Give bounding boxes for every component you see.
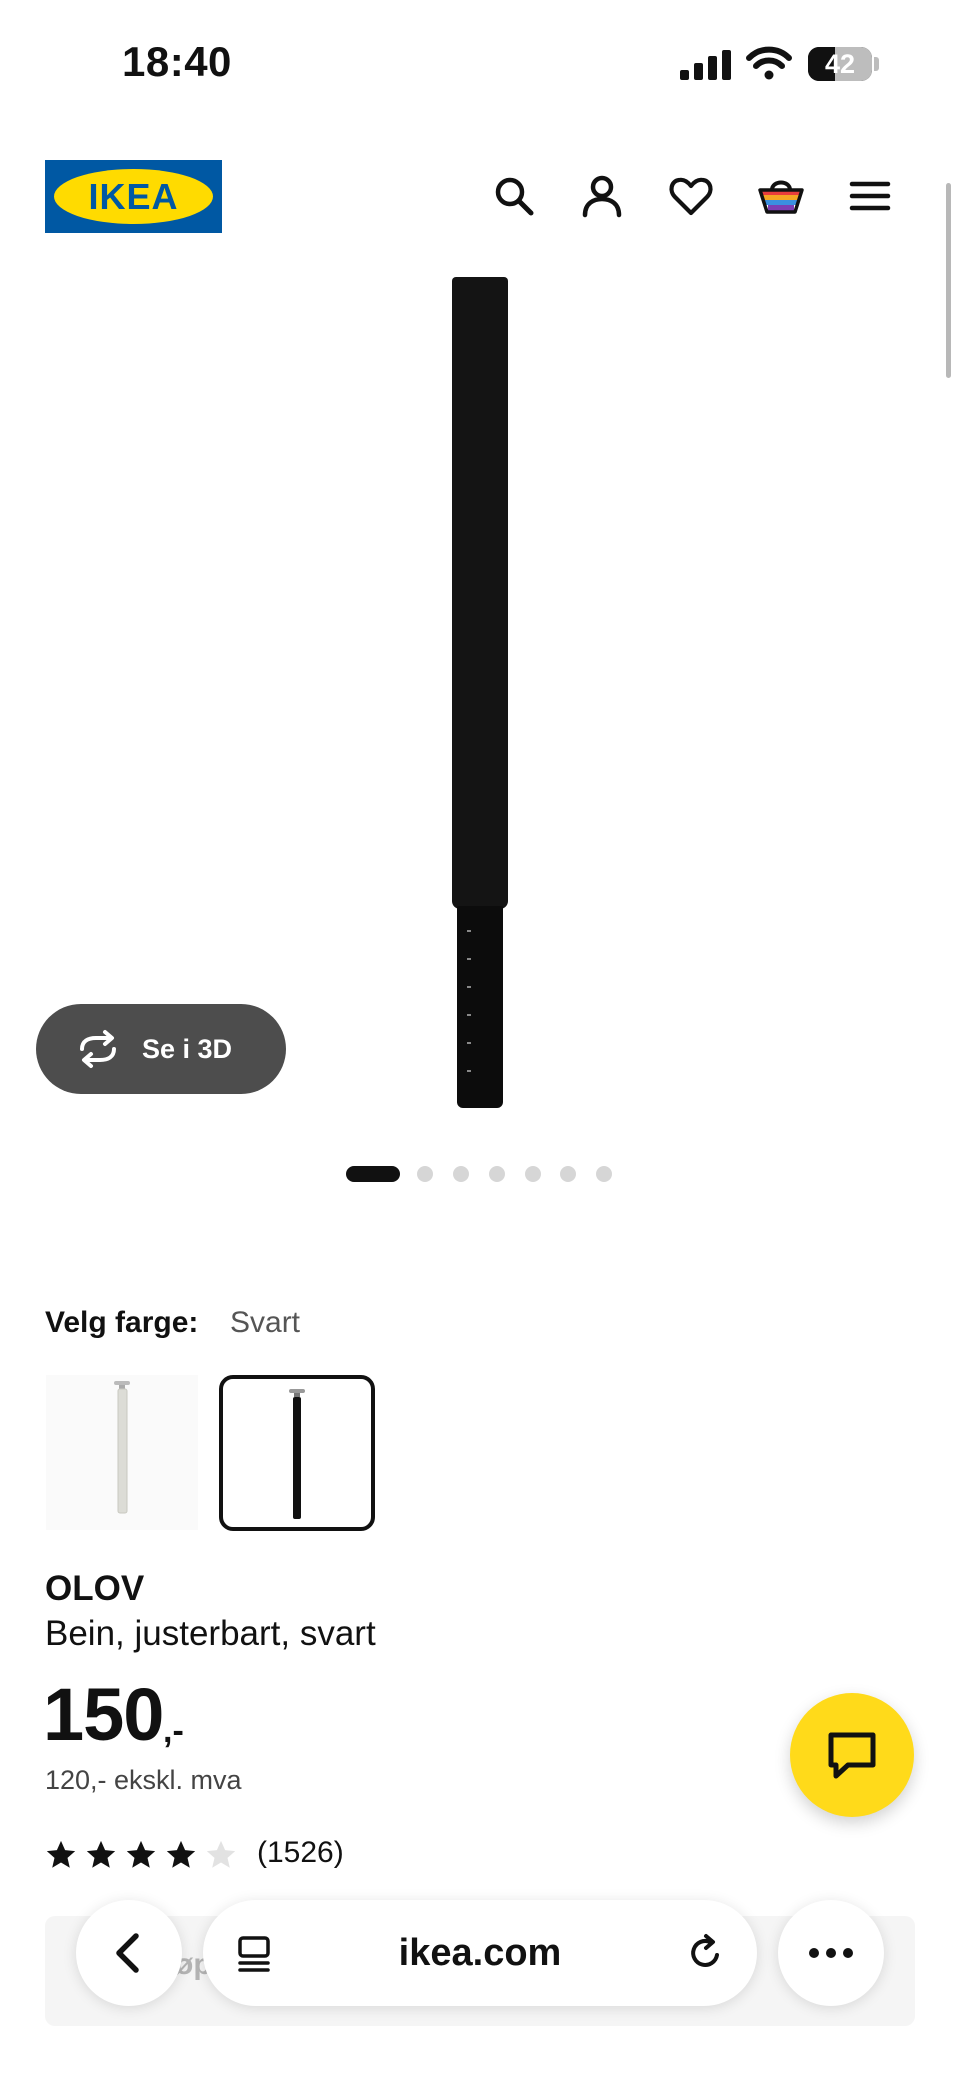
review-count[interactable]: (1526): [257, 1836, 344, 1870]
chat-button[interactable]: [790, 1693, 914, 1817]
status-time: 18:40: [122, 38, 232, 85]
gallery-dot[interactable]: [596, 1166, 612, 1182]
star-empty-icon: [206, 1840, 236, 1868]
chevron-left-icon: [116, 1933, 139, 1973]
color-select-label: Velg farge:: [45, 1306, 199, 1339]
gallery-dot[interactable]: [489, 1166, 505, 1182]
color-select-value: Svart: [230, 1306, 301, 1339]
search-icon[interactable]: [490, 172, 538, 220]
gallery-dot-active[interactable]: [346, 1166, 400, 1182]
view-3d-button[interactable]: Se i 3D: [36, 1004, 286, 1094]
basket-icon[interactable]: [757, 172, 805, 220]
product-description: Bein, justerbart, svart: [45, 1614, 376, 1653]
star-filled-icon: [86, 1840, 116, 1868]
leg-mark: [467, 1042, 471, 1044]
gallery-dot[interactable]: [560, 1166, 576, 1182]
browser-more-button[interactable]: [778, 1900, 884, 2006]
account-icon[interactable]: [578, 172, 626, 220]
gallery-dot[interactable]: [453, 1166, 469, 1182]
leg-mark: [467, 1070, 471, 1072]
wifi-icon: [746, 46, 792, 80]
leg-mark: [467, 986, 471, 988]
chat-icon: [828, 1732, 876, 1779]
product-name: OLOV: [45, 1569, 145, 1608]
view-3d-label: Se i 3D: [142, 1034, 233, 1064]
browser-url-bar[interactable]: ikea.com: [203, 1900, 757, 2006]
rating-stars[interactable]: [43, 1838, 243, 1872]
gallery-dot[interactable]: [417, 1166, 433, 1182]
battery-icon: 42: [808, 47, 872, 81]
star-filled-icon: [166, 1840, 196, 1868]
browser-back-button[interactable]: [76, 1900, 182, 2006]
rotate-3d-icon: [80, 1030, 116, 1068]
gallery-dot[interactable]: [525, 1166, 541, 1182]
ikea-logo[interactable]: IKEA: [45, 160, 222, 233]
menu-icon[interactable]: [846, 172, 894, 220]
color-swatch-black-selected[interactable]: [219, 1375, 375, 1531]
star-filled-icon: [126, 1840, 156, 1868]
url-text[interactable]: ikea.com: [203, 1900, 757, 2006]
star-filled-icon: [46, 1840, 76, 1868]
leg-lower-tube: [457, 906, 503, 1108]
leg-upper-tube: [452, 277, 508, 909]
battery-tip: [874, 57, 879, 71]
reload-icon[interactable]: [686, 1933, 726, 1973]
color-swatch-white[interactable]: [46, 1375, 198, 1530]
product-price: 150: [43, 1673, 164, 1756]
leg-mark: [467, 958, 471, 960]
cellular-signal-icon: [680, 50, 731, 80]
leg-mark: [467, 1014, 471, 1016]
more-dots-icon: [809, 1948, 853, 1958]
leg-mark: [467, 930, 471, 932]
heart-icon[interactable]: [667, 172, 715, 220]
product-price-suffix: ,-: [163, 1712, 184, 1750]
price-ex-vat: 120,- ekskl. mva: [45, 1765, 242, 1795]
